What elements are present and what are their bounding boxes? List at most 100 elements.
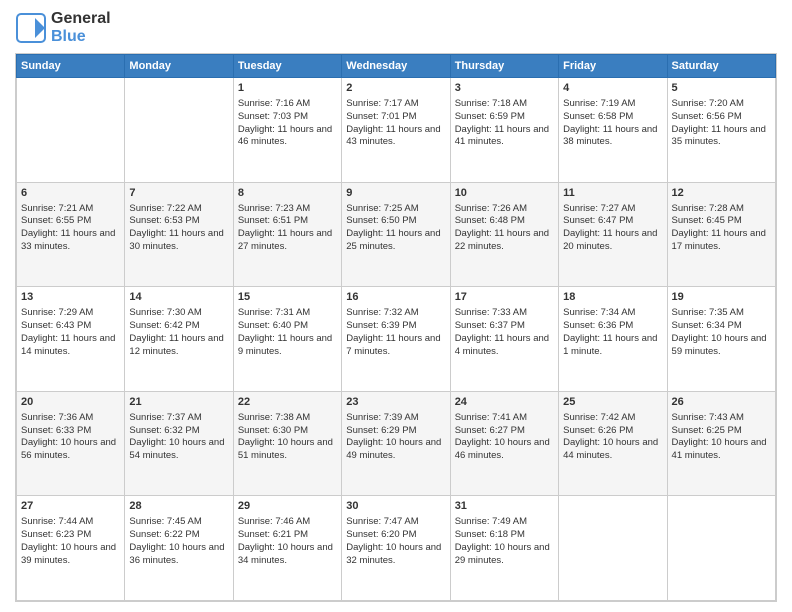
sunset-text: Sunset: 6:30 PM: [238, 425, 337, 438]
sunset-text: Sunset: 6:33 PM: [21, 425, 120, 438]
daylight-text: Daylight: 11 hours and 14 minutes.: [21, 333, 120, 359]
sunset-text: Sunset: 6:48 PM: [455, 215, 554, 228]
calendar-cell: 21Sunrise: 7:37 AMSunset: 6:32 PMDayligh…: [125, 391, 233, 496]
day-number: 18: [563, 290, 662, 305]
calendar-cell: 1Sunrise: 7:16 AMSunset: 7:03 PMDaylight…: [233, 78, 341, 183]
day-number: 1: [238, 81, 337, 96]
sunrise-text: Sunrise: 7:31 AM: [238, 307, 337, 320]
calendar-cell: 27Sunrise: 7:44 AMSunset: 6:23 PMDayligh…: [17, 496, 125, 601]
day-number: 7: [129, 186, 228, 201]
sunset-text: Sunset: 6:50 PM: [346, 215, 445, 228]
day-header-thursday: Thursday: [450, 55, 558, 78]
daylight-text: Daylight: 11 hours and 35 minutes.: [672, 124, 771, 150]
sunrise-text: Sunrise: 7:16 AM: [238, 98, 337, 111]
calendar-cell: 5Sunrise: 7:20 AMSunset: 6:56 PMDaylight…: [667, 78, 775, 183]
day-number: 12: [672, 186, 771, 201]
day-number: 24: [455, 395, 554, 410]
calendar-cell: 29Sunrise: 7:46 AMSunset: 6:21 PMDayligh…: [233, 496, 341, 601]
calendar-cell: 6Sunrise: 7:21 AMSunset: 6:55 PMDaylight…: [17, 182, 125, 287]
calendar-cell: 13Sunrise: 7:29 AMSunset: 6:43 PMDayligh…: [17, 287, 125, 392]
calendar-cell: 18 Sunrise: 7:34 AMSunset: 6:36 PMDayligh…: [559, 287, 667, 392]
sunset-text: Sunset: 6:37 PM: [455, 320, 554, 333]
sunset-text: Sunset: 6:25 PM: [672, 425, 771, 438]
calendar-cell: 20Sunrise: 7:36 AMSunset: 6:33 PMDayligh…: [17, 391, 125, 496]
calendar-cell: [559, 496, 667, 601]
sunset-text: Sunset: 6:18 PM: [455, 529, 554, 542]
daylight-text: Daylight: 11 hours and 17 minutes.: [672, 228, 771, 254]
sunrise-text: Sunrise: 7:23 AM: [238, 203, 337, 216]
daylight-text: Daylight: 11 hours and 41 minutes.: [455, 124, 554, 150]
sunset-text: Sunset: 6:51 PM: [238, 215, 337, 228]
sunset-text: Sunset: 6:26 PM: [563, 425, 662, 438]
day-number: 10: [455, 186, 554, 201]
daylight-text: Daylight: 10 hours and 36 minutes.: [129, 542, 228, 568]
sunrise-text: Sunrise: 7:35 AM: [672, 307, 771, 320]
daylight-text: Daylight: 11 hours and 38 minutes.: [563, 124, 662, 150]
logo-container: General Blue: [15, 10, 111, 45]
logo-svg-icon: [15, 12, 47, 44]
sunrise-text: Sunrise: 7:22 AM: [129, 203, 228, 216]
sunrise-text: Sunrise: 7:32 AM: [346, 307, 445, 320]
sunrise-text: Sunrise: 7:29 AM: [21, 307, 120, 320]
sunset-text: Sunset: 7:01 PM: [346, 111, 445, 124]
day-number: 6: [21, 186, 120, 201]
daylight-text: Daylight: 11 hours and 12 minutes.: [129, 333, 228, 359]
sunrise-text: Sunrise: 7:18 AM: [455, 98, 554, 111]
sunset-text: Sunset: 6:29 PM: [346, 425, 445, 438]
day-number: 20: [21, 395, 120, 410]
calendar-cell: 8Sunrise: 7:23 AMSunset: 6:51 PMDaylight…: [233, 182, 341, 287]
sunset-text: Sunset: 6:36 PM: [563, 320, 662, 333]
logo-line1: General: [51, 10, 111, 28]
sunrise-text: Sunrise: 7:30 AM: [129, 307, 228, 320]
day-number: 31: [455, 499, 554, 514]
logo-line2: Blue: [51, 28, 111, 46]
calendar-cell: 26Sunrise: 7:43 AMSunset: 6:25 PMDayligh…: [667, 391, 775, 496]
sunset-text: Sunset: 6:55 PM: [21, 215, 120, 228]
calendar-cell: 2Sunrise: 7:17 AMSunset: 7:01 PMDaylight…: [342, 78, 450, 183]
calendar-cell: 28 Sunrise: 7:45 AMSunset: 6:22 PMDayligh…: [125, 496, 233, 601]
daylight-text: Daylight: 10 hours and 29 minutes.: [455, 542, 554, 568]
sunrise-text: Sunrise: 7:17 AM: [346, 98, 445, 111]
day-number: 26: [672, 395, 771, 410]
day-number: 4: [563, 81, 662, 96]
day-number: 3: [455, 81, 554, 96]
calendar-cell: [125, 78, 233, 183]
daylight-text: Daylight: 10 hours and 41 minutes.: [672, 437, 771, 463]
sunrise-text: Sunrise: 7:36 AM: [21, 412, 120, 425]
day-header-monday: Monday: [125, 55, 233, 78]
daylight-text: Daylight: 11 hours and 9 minutes.: [238, 333, 337, 359]
sunrise-text: Sunrise: 7:45 AM: [129, 516, 228, 529]
day-number: 5: [672, 81, 771, 96]
calendar-cell: 31Sunrise: 7:49 AMSunset: 6:18 PMDayligh…: [450, 496, 558, 601]
header: General Blue: [15, 10, 777, 45]
sunrise-text: Sunrise: 7:33 AM: [455, 307, 554, 320]
day-number: 13: [21, 290, 120, 305]
sunrise-text: Sunrise: 7:38 AM: [238, 412, 337, 425]
calendar-cell: 12Sunrise: 7:28 AMSunset: 6:45 PMDayligh…: [667, 182, 775, 287]
sunset-text: Sunset: 6:59 PM: [455, 111, 554, 124]
daylight-text: Daylight: 10 hours and 39 minutes.: [21, 542, 120, 568]
calendar-cell: 11Sunrise: 7:27 AMSunset: 6:47 PMDayligh…: [559, 182, 667, 287]
daylight-text: Daylight: 10 hours and 46 minutes.: [455, 437, 554, 463]
calendar-cell: 4Sunrise: 7:19 AMSunset: 6:58 PMDaylight…: [559, 78, 667, 183]
daylight-text: Daylight: 11 hours and 1 minute.: [563, 333, 662, 359]
daylight-text: Daylight: 11 hours and 46 minutes.: [238, 124, 337, 150]
daylight-text: Daylight: 11 hours and 33 minutes.: [21, 228, 120, 254]
sunset-text: Sunset: 6:42 PM: [129, 320, 228, 333]
day-number: 27: [21, 499, 120, 514]
sunset-text: Sunset: 6:39 PM: [346, 320, 445, 333]
sunrise-text: Sunrise: 7:34 AM: [563, 307, 662, 320]
logo: General Blue: [15, 10, 111, 45]
sunrise-text: Sunrise: 7:44 AM: [21, 516, 120, 529]
calendar-cell: 23Sunrise: 7:39 AMSunset: 6:29 PMDayligh…: [342, 391, 450, 496]
sunset-text: Sunset: 6:34 PM: [672, 320, 771, 333]
sunset-text: Sunset: 6:20 PM: [346, 529, 445, 542]
day-number: 28: [129, 499, 228, 514]
daylight-text: Daylight: 10 hours and 32 minutes.: [346, 542, 445, 568]
daylight-text: Daylight: 10 hours and 54 minutes.: [129, 437, 228, 463]
sunset-text: Sunset: 6:22 PM: [129, 529, 228, 542]
calendar-cell: 24Sunrise: 7:41 AMSunset: 6:27 PMDayligh…: [450, 391, 558, 496]
calendar-cell: 15Sunrise: 7:31 AMSunset: 6:40 PMDayligh…: [233, 287, 341, 392]
sunrise-text: Sunrise: 7:26 AM: [455, 203, 554, 216]
sunrise-text: Sunrise: 7:46 AM: [238, 516, 337, 529]
